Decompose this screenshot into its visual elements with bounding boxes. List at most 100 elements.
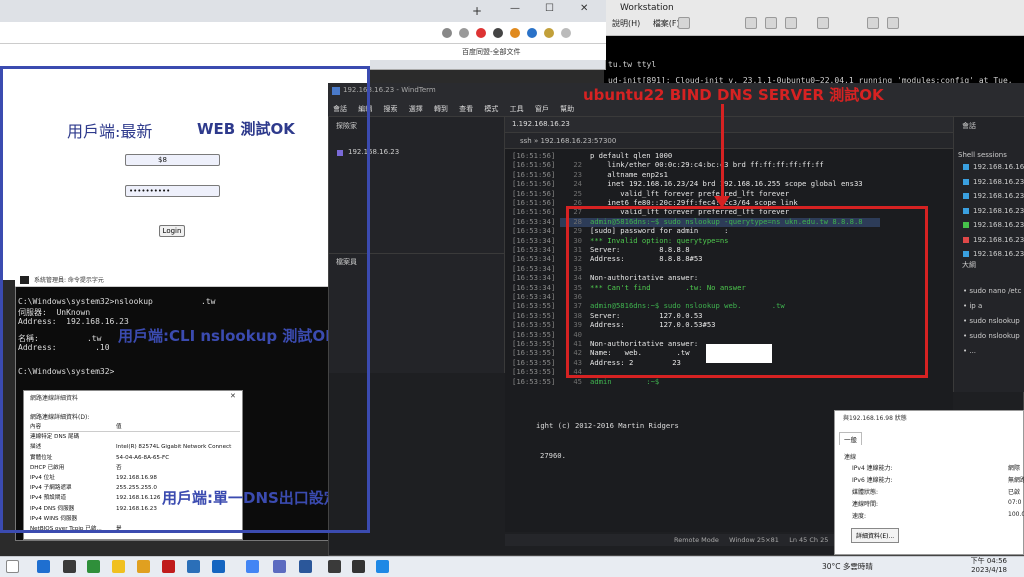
history-item[interactable]: • sudo nslookup [963,317,1020,325]
ssh-address[interactable]: ssh » 192.168.16.23:57300 [520,137,616,145]
terminal-timestamp: [16:53:34] [512,263,556,273]
line-number: 25 [573,188,582,198]
session-label: 192.168.16.23 [973,206,1024,215]
tab-session[interactable]: 1.192.168.16.23 [512,120,570,128]
menu-goto[interactable]: 轉到 [434,105,448,113]
extension-orange-icon[interactable] [510,28,520,38]
terminal-timestamp: [16:53:55] [512,348,556,358]
taskbar-app-icon[interactable] [112,560,125,573]
session-label: 192.168.16.23 [973,221,1024,229]
minimize-icon[interactable]: — [510,3,520,14]
status-text: Remote Mode Window 25×81 Ln 45 Ch 25 [674,536,829,544]
taskbar-app-icon[interactable] [376,560,389,573]
session-panel-title: 會話 [962,122,976,130]
vm-view-icon[interactable] [817,17,829,29]
taskbar-app-icon[interactable] [212,560,225,573]
vm-snapshot-icon[interactable] [745,17,757,29]
extension-red-icon[interactable] [476,28,486,38]
taskbar-app-icon[interactable] [37,560,50,573]
terminal-timestamp: [16:53:34] [512,292,556,301]
history-item[interactable]: • sudo nslookup [963,332,1020,340]
terminal-timestamp: [16:51:56] [512,198,556,207]
session-status-icon [963,236,969,243]
taskbar-app-icon[interactable] [352,560,365,573]
close-icon[interactable]: ✕ [580,3,588,14]
bind-dns-annotation: ubuntu22 BIND DNS SERVER 測試OK [583,86,884,104]
taskbar-app-icon[interactable] [63,560,76,573]
session-item[interactable]: 192.168.16.23 [963,192,1024,200]
menu-search[interactable]: 搜索 [383,105,397,113]
terminal-tabbar [505,117,953,133]
session-item[interactable]: 192.168.16.16 [963,163,1024,171]
history-item[interactable]: • ... [963,347,976,355]
terminal-line: link/ether 00:0c:29:c4:bc:c3 brd ff:ff:f… [590,160,824,170]
vm-console-icon[interactable] [867,17,879,29]
line-number: 23 [573,169,582,179]
extension-blue-icon[interactable] [527,28,537,38]
vm-fullscreen-icon[interactable] [887,17,899,29]
terminal-line: p default qlen 1000 [590,151,673,160]
taskbar-app-icon[interactable] [273,560,286,573]
start-button-icon[interactable] [6,560,19,573]
vmware-menu-help[interactable]: 說明(H) [612,19,640,28]
maximize-icon[interactable]: ☐ [545,3,554,14]
session-label: 192.168.16.16 [973,163,1024,171]
clock[interactable]: 下午 04:56 2023/4/18 [957,557,1007,575]
menu-select[interactable]: 選擇 [409,105,423,113]
taskbar-app-icon[interactable] [87,560,100,573]
arrow-down-icon [714,196,730,208]
session-status-icon [963,251,969,257]
vmware-title: Workstation [620,3,674,13]
bookmark-star-icon[interactable] [459,28,469,38]
windterm-menu: 會話 編輯 搜索 選擇 轉到 查看 模式 工具 窗戶 幫助 [333,104,583,114]
session-item[interactable]: 192.168.16.23 [963,250,1024,258]
menu-view[interactable]: 查看 [459,105,473,113]
session-item[interactable]: 192.168.16.23 [963,207,1024,215]
menu-mode[interactable]: 模式 [484,105,498,113]
line-number: 22 [573,160,582,170]
session-item[interactable]: 192.168.16.23 [963,178,1024,186]
session-item[interactable]: 192.168.16.23 [963,221,1024,229]
tab-general[interactable]: 一般 [839,432,862,445]
extension-dark-icon[interactable] [493,28,503,38]
vm-play-icon[interactable] [678,17,690,29]
terminal-timestamp: [16:53:34] [512,254,556,264]
taskbar-app-icon[interactable] [328,560,341,573]
menu-window[interactable]: 窗戶 [535,105,549,113]
terminal-timestamp: [16:53:34] [512,282,556,292]
highlight-frame [566,206,928,378]
history-item[interactable]: • sudo nano /etc [963,287,1021,295]
session-status-icon [963,178,969,185]
taskbar-app-icon[interactable] [137,560,150,573]
vmware-menu-file[interactable]: 檔案(F) [653,19,680,28]
bookmark-item[interactable]: 百度同盟-全部文件 [462,47,521,57]
new-tab-icon[interactable]: + [472,4,482,18]
session-group[interactable]: Shell sessions [958,151,1007,159]
session-item[interactable]: 192.168.16.23 [963,236,1024,244]
taskbar-app-icon[interactable] [299,560,312,573]
weather-widget[interactable]: 30°C 多雲時晴 [822,561,873,572]
details-button[interactable]: 詳細資料(E)... [851,528,900,543]
taskbar-app-icon[interactable] [246,560,259,573]
session-label: 192.168.16.23 [973,250,1024,258]
history-label: ip a [969,302,983,310]
extension-icons [442,26,592,40]
vm-restore-icon[interactable] [765,17,777,29]
session-status-icon [963,207,969,214]
connection-status-title: 與192.168.16.98 狀態 [843,415,907,422]
share-icon[interactable] [442,28,452,38]
terminal-line: inet 192.168.16.23/24 brd 192.168.16.255… [590,179,863,189]
status-value: 07:0 [1008,499,1022,506]
avatar[interactable] [544,28,554,38]
menu-tools[interactable]: 工具 [510,105,524,113]
terminal-timestamp: [16:51:56] [512,188,556,198]
history-item[interactable]: • ip a [963,302,982,310]
terminal-timestamp: [16:53:34] [512,273,556,283]
menu-dots-icon[interactable] [561,28,571,38]
terminal-line: altname enp2s1 [590,169,668,179]
arrow-line [721,104,724,204]
taskbar-app-icon[interactable] [162,560,175,573]
taskbar-app-icon[interactable] [187,560,200,573]
menu-help[interactable]: 幫助 [560,105,574,113]
vm-manage-icon[interactable] [785,17,797,29]
